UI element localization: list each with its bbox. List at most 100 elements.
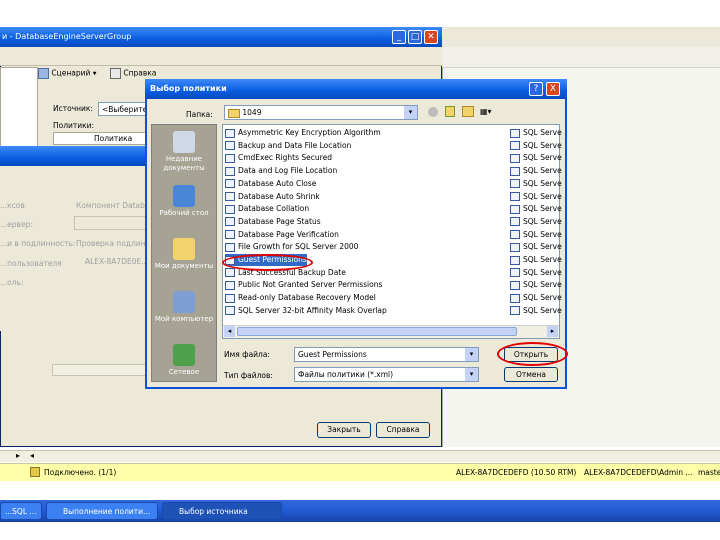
place-network[interactable]: Сетевое bbox=[151, 344, 217, 377]
file-name: Read-only Database Recovery Model bbox=[238, 293, 376, 303]
status-database: maste bbox=[698, 468, 720, 477]
file-list-item-col2[interactable]: SQL Serve bbox=[510, 127, 562, 139]
background-window-header bbox=[0, 47, 442, 66]
file-list-item[interactable]: Database Auto Shrink bbox=[225, 191, 320, 203]
policy-file-icon bbox=[225, 230, 235, 240]
file-list-item[interactable]: Read-only Database Recovery Model bbox=[225, 292, 376, 304]
place-my-documents[interactable]: Мои документы bbox=[151, 238, 217, 271]
file-list-item-col2[interactable]: SQL Serve bbox=[510, 229, 562, 241]
file-list-item-col2[interactable]: SQL Serve bbox=[510, 216, 562, 228]
policy-file-icon bbox=[225, 153, 235, 163]
maximize-button[interactable]: □ bbox=[408, 30, 422, 44]
file-name: SQL Serve bbox=[523, 153, 562, 163]
place-desktop[interactable]: Рабочий стол bbox=[151, 185, 217, 218]
filetype-dropdown[interactable]: Файлы политики (*.xml) ▾ bbox=[294, 367, 479, 382]
status-server: ALEX-8A7DCEDEFD (10.50 RTM) bbox=[456, 468, 577, 477]
place-my-computer[interactable]: Мой компьютер bbox=[151, 291, 217, 324]
file-list-item[interactable]: CmdExec Rights Secured bbox=[225, 152, 332, 164]
file-list-item-col2[interactable]: SQL Serve bbox=[510, 165, 562, 177]
field-label-1: ...ксов bbox=[0, 201, 25, 210]
dialog-help-button[interactable]: ? bbox=[529, 82, 543, 96]
policy-file-icon bbox=[225, 280, 235, 290]
file-name: Data and Log File Location bbox=[238, 166, 338, 176]
filename-input[interactable]: Guest Permissions ▾ bbox=[294, 347, 479, 362]
minimize-button[interactable]: _ bbox=[392, 30, 406, 44]
source-field[interactable]: <Выберите... bbox=[98, 102, 148, 116]
scroll-right-arrow-icon[interactable]: ▸ bbox=[547, 326, 558, 337]
file-list-item-col2[interactable]: SQL Serve bbox=[510, 292, 562, 304]
tree-panel bbox=[0, 67, 38, 149]
file-list-item-col2[interactable]: SQL Serve bbox=[510, 305, 562, 317]
second-window-body bbox=[0, 166, 149, 331]
chevron-down-icon[interactable]: ▾ bbox=[404, 106, 417, 119]
policy-file-icon bbox=[510, 179, 520, 189]
up-folder-icon[interactable] bbox=[445, 106, 455, 117]
help-button[interactable]: Справка bbox=[376, 422, 430, 438]
file-list-item-col2[interactable]: SQL Serve bbox=[510, 241, 562, 253]
file-list-item[interactable]: Database Page Status bbox=[225, 216, 321, 228]
view-menu-icon[interactable]: ▦▾ bbox=[480, 106, 496, 117]
folder-label: Папка: bbox=[186, 110, 213, 119]
status-connected: Подключено. (1/1) bbox=[44, 468, 117, 477]
taskbar-item-sql[interactable]: ...SQL ... bbox=[0, 502, 42, 520]
policy-file-icon bbox=[225, 166, 235, 176]
policy-file-icon bbox=[510, 217, 520, 227]
policy-file-icon bbox=[225, 293, 235, 303]
folder-dropdown[interactable]: 1049 ▾ bbox=[224, 105, 418, 120]
taskbar-item-policy-execution[interactable]: Выполнение полити... bbox=[46, 502, 158, 520]
new-folder-icon[interactable] bbox=[462, 106, 474, 117]
file-list-item[interactable]: Asymmetric Key Encryption Algorithm bbox=[225, 127, 381, 139]
file-list-horizontal-scrollbar[interactable]: ◂ ▸ bbox=[223, 325, 559, 338]
file-name: SQL Serve bbox=[523, 229, 562, 239]
file-name: SQL Serve bbox=[523, 267, 562, 277]
file-list-item[interactable]: File Growth for SQL Server 2000 bbox=[225, 241, 358, 253]
file-list-item-col2[interactable]: SQL Serve bbox=[510, 254, 562, 266]
taskbar-item-select-source[interactable]: Выбор источника bbox=[162, 502, 282, 520]
help-toolbar-button[interactable]: Справка bbox=[110, 68, 156, 79]
file-list-item-col2[interactable]: SQL Serve bbox=[510, 152, 562, 164]
file-list-item-col2[interactable]: SQL Serve bbox=[510, 191, 562, 203]
file-list-item[interactable]: SQL Server 32-bit Affinity Mask Overlap bbox=[225, 305, 387, 317]
policy-file-icon bbox=[225, 141, 235, 151]
file-list-item[interactable]: Backup and Data File Location bbox=[225, 140, 351, 152]
file-name: Database Auto Shrink bbox=[238, 191, 320, 201]
cancel-button[interactable]: Отмена bbox=[504, 367, 558, 382]
file-list-item-col2[interactable]: SQL Serve bbox=[510, 203, 562, 215]
file-list-item[interactable]: Database Collation bbox=[225, 203, 309, 215]
close-button[interactable]: Закрыть bbox=[317, 422, 371, 438]
scroll-right-small-icon[interactable]: ▸ bbox=[16, 451, 20, 460]
right-panel-header bbox=[442, 27, 720, 48]
policies-label: Политики: bbox=[53, 121, 95, 130]
chevron-down-icon[interactable]: ▾ bbox=[465, 368, 478, 381]
file-list-item-col2[interactable]: SQL Serve bbox=[510, 279, 562, 291]
field-label-2: ...ервер: bbox=[0, 220, 33, 229]
policy-file-icon bbox=[510, 230, 520, 240]
source-label: Источник: bbox=[53, 104, 93, 113]
file-name: Database Page Status bbox=[238, 216, 321, 226]
file-list-item[interactable]: Database Auto Close bbox=[225, 178, 316, 190]
script-icon bbox=[38, 68, 49, 79]
scroll-left-arrow-icon[interactable]: ◂ bbox=[224, 326, 235, 337]
scroll-left-icon[interactable]: ◂ bbox=[30, 451, 34, 460]
file-name: SQL Serve bbox=[523, 140, 562, 150]
file-list-item-col2[interactable]: SQL Serve bbox=[510, 140, 562, 152]
back-icon[interactable] bbox=[428, 107, 438, 117]
open-button-highlight-circle bbox=[497, 342, 568, 366]
background-scrollbar[interactable] bbox=[52, 364, 148, 376]
file-list-item-col2[interactable]: SQL Serve bbox=[510, 267, 562, 279]
place-recent[interactable]: Недавние документы bbox=[151, 131, 217, 173]
close-icon[interactable]: ✕ bbox=[424, 30, 438, 44]
network-icon bbox=[173, 344, 195, 366]
file-list-item[interactable]: Data and Log File Location bbox=[225, 165, 337, 177]
scroll-thumb[interactable] bbox=[237, 327, 517, 336]
file-name: CmdExec Rights Secured bbox=[238, 153, 332, 163]
file-list-item[interactable]: Public Not Granted Server Permissions bbox=[225, 279, 382, 291]
main-horizontal-scrollbar[interactable]: ◂ ▸ bbox=[0, 450, 720, 462]
script-button[interactable]: Сценарий ▾ bbox=[38, 68, 97, 79]
dialog-close-button[interactable]: X bbox=[546, 82, 560, 96]
file-list-item-col2[interactable]: SQL Serve bbox=[510, 178, 562, 190]
file-list-item[interactable]: Database Page Verification bbox=[225, 229, 339, 241]
dialog-title: Выбор политики bbox=[145, 79, 567, 99]
chevron-down-icon[interactable]: ▾ bbox=[465, 348, 478, 361]
file-name: SQL Serve bbox=[523, 191, 562, 201]
